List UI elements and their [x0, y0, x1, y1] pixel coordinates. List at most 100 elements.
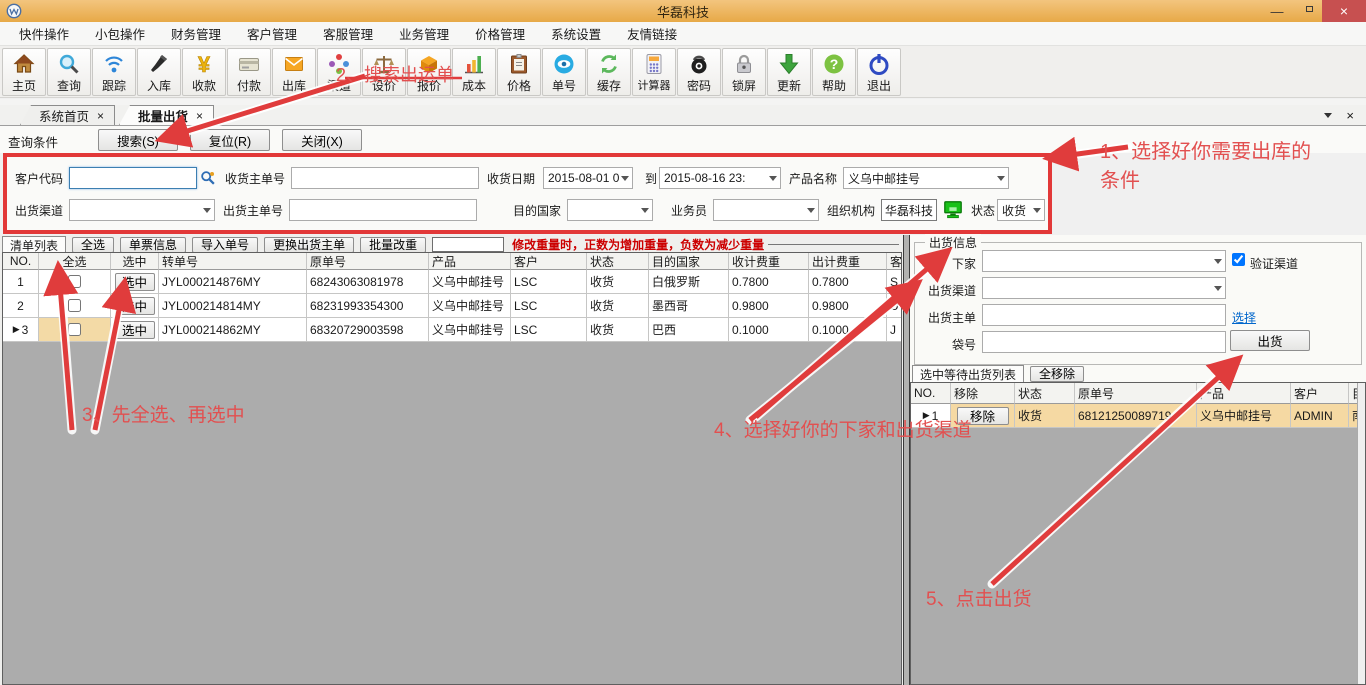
cell-dest-country: 白俄罗斯: [649, 270, 729, 294]
table-row[interactable]: ▶1移除收货68121250089719义乌中邮挂号ADMIN南: [911, 404, 1359, 428]
application-window: 华磊科技 — × 快件操作小包操作财务管理客户管理客服管理业务管理价格管理系统设…: [0, 0, 1366, 685]
remove-row-button[interactable]: 移除: [957, 407, 1009, 425]
weight-adjust-input[interactable]: [432, 237, 504, 252]
menu-item[interactable]: 价格管理: [462, 22, 538, 45]
toolbar-button-help[interactable]: ?帮助: [812, 48, 856, 96]
waiting-table-scrollbar[interactable]: [1357, 383, 1365, 684]
receive-date-to-select[interactable]: 2015-08-16 23:: [659, 167, 781, 189]
select-master-link[interactable]: 选择: [1232, 309, 1256, 326]
toolbar-button-set-price-scale[interactable]: 设价: [362, 48, 406, 96]
table-row[interactable]: 2选中JYL000214814MY68231993354300义乌中邮挂号LSC…: [3, 294, 901, 318]
cell-product: 义乌中邮挂号: [1197, 404, 1291, 428]
salesman-select[interactable]: [713, 199, 819, 221]
cell-row-number: ▶1: [911, 404, 951, 428]
toolbar-button-calculator[interactable]: 计算器: [632, 48, 676, 96]
bag-number-input[interactable]: [982, 331, 1226, 353]
chevron-down-icon: [997, 176, 1005, 181]
menu-item[interactable]: 小包操作: [82, 22, 158, 45]
batch-reweigh-button[interactable]: 批量改重: [360, 237, 426, 253]
chevron-down-icon: [807, 208, 815, 213]
tab-list-dropdown-icon[interactable]: [1324, 113, 1332, 118]
organization-select-icon[interactable]: [940, 200, 966, 220]
main-toolbar: 主页查询跟踪入库¥收款付款出库渠道设价报价成本价格单号缓存计算器密码锁屏更新?帮…: [0, 46, 1366, 98]
tab-close-icon[interactable]: ×: [97, 109, 104, 123]
buyer-select[interactable]: [982, 250, 1226, 272]
cell-row-number: 2: [3, 294, 39, 318]
row-select-checkbox[interactable]: [68, 275, 81, 288]
toolbar-button-receive-payment[interactable]: ¥收款: [182, 48, 226, 96]
menu-item[interactable]: 友情链接: [614, 22, 690, 45]
toolbar-button-inbound-scanner[interactable]: 入库: [137, 48, 181, 96]
close-button[interactable]: ×: [1322, 0, 1366, 22]
cell-select-button: 选中: [111, 318, 159, 342]
close-query-button[interactable]: 关闭(X): [282, 129, 362, 151]
toolbar-button-label: 出库: [282, 77, 306, 94]
toolbar-button-outbound-mail[interactable]: 出库: [272, 48, 316, 96]
minimize-button[interactable]: —: [1262, 0, 1292, 22]
panel-ship-channel-select[interactable]: [982, 277, 1226, 299]
row-select-checkbox[interactable]: [68, 299, 81, 312]
menu-item[interactable]: 财务管理: [158, 22, 234, 45]
menu-item[interactable]: 系统设置: [538, 22, 614, 45]
panel-ship-channel-label: 出货渠道: [918, 282, 976, 299]
select-all-button[interactable]: 全选: [72, 237, 114, 253]
tab-list-view[interactable]: 清单列表: [2, 236, 66, 253]
toolbar-button-lock-screen[interactable]: 锁屏: [722, 48, 766, 96]
toolbar-button-channel[interactable]: 渠道: [317, 48, 361, 96]
toolbar-button-quote[interactable]: 报价: [407, 48, 451, 96]
menu-item[interactable]: 客户管理: [234, 22, 310, 45]
receive-master-input[interactable]: [291, 167, 479, 189]
tab-system-home[interactable]: 系统首页 ×: [20, 105, 115, 125]
status-select[interactable]: 收货: [997, 199, 1045, 221]
vertical-splitter[interactable]: [903, 235, 910, 685]
reset-button[interactable]: 复位(R): [190, 129, 270, 151]
tab-batch-shipment[interactable]: 批量出货 ×: [119, 105, 214, 125]
column-header: 移除: [951, 383, 1015, 404]
change-ship-master-button[interactable]: 更换出货主单: [264, 237, 354, 253]
tab-bar-close-icon[interactable]: ×: [1346, 108, 1354, 123]
toolbar-button-exit[interactable]: 退出: [857, 48, 901, 96]
ship-button[interactable]: 出货: [1230, 330, 1310, 351]
verify-channel-checkbox[interactable]: [1232, 253, 1245, 266]
menu-item[interactable]: 业务管理: [386, 22, 462, 45]
select-row-button[interactable]: 选中: [115, 321, 155, 339]
cost-chart-icon: [462, 51, 486, 77]
cell-original-no: 68243063081978: [307, 270, 429, 294]
select-row-button[interactable]: 选中: [115, 273, 155, 291]
toolbar-button-password[interactable]: 密码: [677, 48, 721, 96]
customer-code-input[interactable]: [69, 167, 197, 189]
toolbar-button-search[interactable]: 查询: [47, 48, 91, 96]
toolbar-button-cost-chart[interactable]: 成本: [452, 48, 496, 96]
dest-country-select[interactable]: [567, 199, 653, 221]
table-row[interactable]: 1选中JYL000214876MY68243063081978义乌中邮挂号LSC…: [3, 270, 901, 294]
remove-all-button[interactable]: 全移除: [1030, 366, 1084, 382]
waiting-list-toolbar: 选中等待出货列表 全移除: [912, 365, 1084, 382]
tab-waiting-list[interactable]: 选中等待出货列表: [912, 365, 1024, 382]
tab-close-icon[interactable]: ×: [196, 109, 203, 123]
quote-icon: [417, 51, 441, 77]
ship-channel-select[interactable]: [69, 199, 215, 221]
select-row-button[interactable]: 选中: [115, 297, 155, 315]
toolbar-button-home[interactable]: 主页: [2, 48, 46, 96]
menu-item[interactable]: 客服管理: [310, 22, 386, 45]
panel-ship-master-input[interactable]: [982, 304, 1226, 326]
ship-master-input[interactable]: [289, 199, 477, 221]
customer-search-icon[interactable]: [197, 169, 219, 187]
menu-bar: 快件操作小包操作财务管理客户管理客服管理业务管理价格管理系统设置友情链接: [0, 22, 1366, 46]
receive-date-from-select[interactable]: 2015-08-01 00: [543, 167, 633, 189]
ticket-info-button[interactable]: 单票信息: [120, 237, 186, 253]
toolbar-button-price-board[interactable]: 价格: [497, 48, 541, 96]
menu-item[interactable]: 快件操作: [6, 22, 82, 45]
search-button[interactable]: 搜索(S): [98, 129, 178, 151]
toolbar-button-update[interactable]: 更新: [767, 48, 811, 96]
toolbar-button-track-signal[interactable]: 跟踪: [92, 48, 136, 96]
outbound-mail-icon: [282, 51, 306, 77]
toolbar-button-cache-refresh[interactable]: 缓存: [587, 48, 631, 96]
row-select-checkbox[interactable]: [68, 323, 81, 336]
toolbar-button-pay[interactable]: 付款: [227, 48, 271, 96]
import-numbers-button[interactable]: 导入单号: [192, 237, 258, 253]
restore-button[interactable]: [1292, 0, 1322, 22]
toolbar-button-tracking-no[interactable]: 单号: [542, 48, 586, 96]
table-row[interactable]: ▶3选中JYL000214862MY68320729003598义乌中邮挂号LS…: [3, 318, 901, 342]
product-name-select[interactable]: 义乌中邮挂号: [843, 167, 1009, 189]
